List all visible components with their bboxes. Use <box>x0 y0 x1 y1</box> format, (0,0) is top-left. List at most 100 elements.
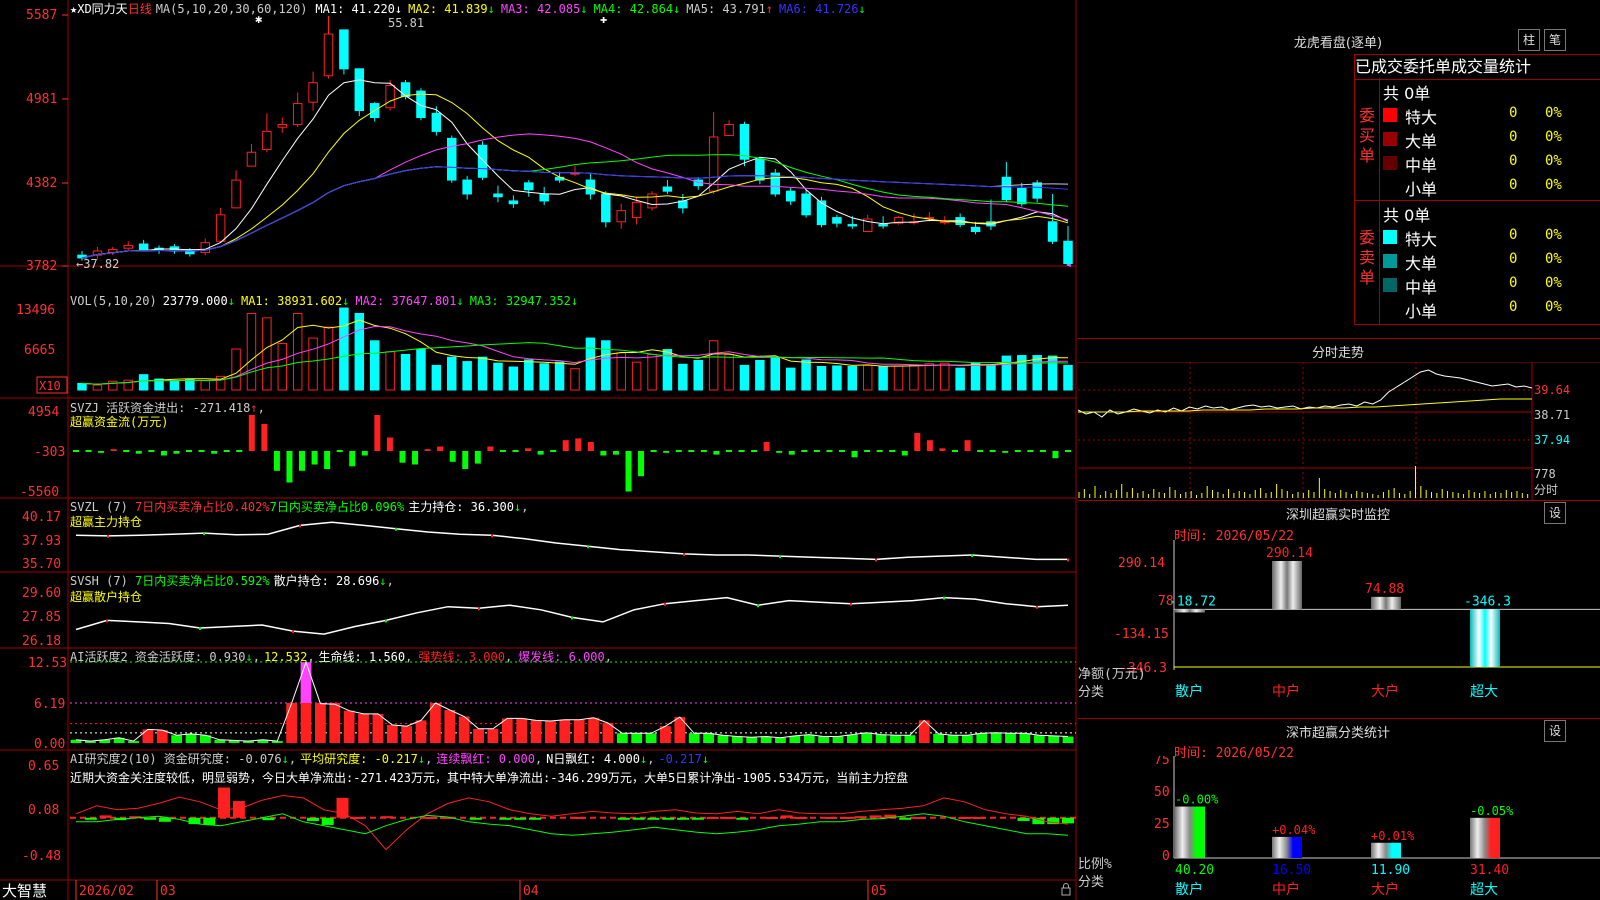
activity-bar <box>545 721 556 743</box>
research-bar <box>573 816 586 819</box>
holding-marker <box>971 554 973 558</box>
fund-flow-bar <box>537 451 544 455</box>
volume-bar <box>862 364 873 391</box>
svsh-ratio: 7日内买卖净占比0.592% <box>135 573 270 588</box>
activity-bar <box>501 718 513 743</box>
intraday-tick: 39.64 <box>1534 383 1570 397</box>
sz-stats-category: 散户 <box>1175 881 1203 898</box>
fund-flow-bar <box>763 442 770 451</box>
volume-bar <box>693 359 703 391</box>
research-bar <box>528 817 541 820</box>
fund-flow-bar <box>286 451 293 483</box>
activity-bar <box>933 733 944 743</box>
candle-body <box>477 144 488 178</box>
holding-marker <box>491 534 493 538</box>
activity-bar <box>358 713 369 743</box>
sz-stats-settings-button[interactable]: 设 <box>1544 720 1566 742</box>
research-bar <box>425 816 438 819</box>
order-count: 0 <box>1509 129 1518 145</box>
activity-bar <box>487 728 499 743</box>
vol-value: 23779.000 <box>163 294 228 308</box>
candle-body <box>970 226 981 233</box>
activity-bar-burst <box>300 662 312 703</box>
activity-bar <box>516 718 528 743</box>
svzj-subtitle: 超赢资金流(万元) <box>70 414 168 429</box>
research-bar <box>306 817 319 821</box>
order-size-label: 中单 <box>1405 278 1438 297</box>
sz-stats-delta: -0.05% <box>1470 804 1514 818</box>
activity-bar <box>1033 735 1045 743</box>
fund-flow-bar <box>261 424 268 451</box>
bar-mode-button[interactable]: 柱 <box>1518 29 1540 51</box>
price-tick: 4382 <box>26 176 57 191</box>
sz-monitor-value: 74.88 <box>1365 582 1404 597</box>
order-count: 0 <box>1509 153 1518 169</box>
vol-ma1-arrow-icon: ↓ <box>342 294 349 308</box>
fund-flow-bar <box>525 448 532 451</box>
main-chart-svg[interactable]: 5587 4981 4382 3782 ★XD同力天日线 MA(5,10,20,3… <box>0 0 1078 900</box>
intraday-vol-tick: 778 <box>1534 467 1556 481</box>
ai-research-suffix: , <box>289 752 296 766</box>
vol-ma3: MA3: 32947.352 <box>470 294 571 308</box>
research-bar <box>469 817 482 820</box>
stock-name: XD同力天 <box>77 2 127 16</box>
intraday-chart[interactable]: 39.64 38.71 37.94 778 分时 <box>1078 362 1600 500</box>
holding-marker <box>203 532 205 536</box>
sz-monitor-bar <box>1175 609 1205 613</box>
fund-flow-bar <box>311 451 318 465</box>
research-bar <box>973 816 986 819</box>
vol-ma2-arrow-icon: ↓ <box>457 294 464 308</box>
time-tick: 05 <box>871 884 887 899</box>
sz-monitor-settings-button[interactable]: 设 <box>1544 502 1566 524</box>
order-size-label: 小单 <box>1405 180 1438 199</box>
activity-bar <box>731 736 743 743</box>
activity-bar <box>588 717 599 743</box>
fund-flow-bar <box>399 451 406 463</box>
sz-stats-tick: 50 <box>1154 785 1170 800</box>
volume-bar <box>1032 355 1042 391</box>
order-size-swatch <box>1383 156 1397 170</box>
ai-research-avg-arrow-icon: ↓ <box>418 752 425 766</box>
volume-bar <box>708 340 719 391</box>
fund-flow-bar <box>575 438 582 451</box>
candle-body <box>462 179 472 195</box>
activity-bar <box>760 736 772 743</box>
svzl-holding: 主力持仓: 36.300 <box>408 499 514 514</box>
research-bar <box>706 816 719 819</box>
svsh-suffix: , <box>387 574 394 588</box>
volume-bar <box>755 359 765 391</box>
ai-active-tick: 12.53 <box>28 656 67 671</box>
research-bar <box>144 817 157 820</box>
sz-stats-category: 中户 <box>1272 881 1300 898</box>
sz-stats-delta: +0.04% <box>1272 823 1316 837</box>
activity-bar <box>329 702 341 743</box>
research-bar <box>380 816 393 819</box>
lock-icon[interactable] <box>1061 883 1071 896</box>
activity-bar <box>832 736 844 743</box>
candle-body <box>1063 240 1073 264</box>
volume-bar <box>431 364 442 391</box>
intraday-title: 分时走势 <box>1311 346 1364 361</box>
research-bar <box>736 817 749 820</box>
fund-flow-bar <box>437 446 444 451</box>
svzl-title: SVZL (7) <box>70 500 135 514</box>
sz-monitor-value: 290.14 <box>1266 546 1313 561</box>
research-bar <box>84 817 97 820</box>
svzl-line-layer <box>75 521 1069 562</box>
fund-flow-bar <box>110 449 117 451</box>
pen-mode-button[interactable]: 笔 <box>1544 29 1566 51</box>
activity-bar <box>401 726 413 743</box>
volume-bar <box>878 365 888 391</box>
fund-flow-bar <box>349 451 356 467</box>
candle-body <box>662 186 673 192</box>
holding-marker <box>199 627 201 631</box>
svsh-tick: 29.60 <box>22 586 61 601</box>
volume-bar <box>647 353 657 391</box>
activity-bar <box>1062 736 1074 743</box>
ma1-value: MA1: 41.220 <box>315 2 394 16</box>
activity-bar <box>300 702 312 743</box>
volume-bar <box>231 348 241 391</box>
activity-bar <box>315 702 326 743</box>
activity-bar <box>645 733 657 743</box>
sz-monitor-value: -18.72 <box>1169 594 1216 609</box>
